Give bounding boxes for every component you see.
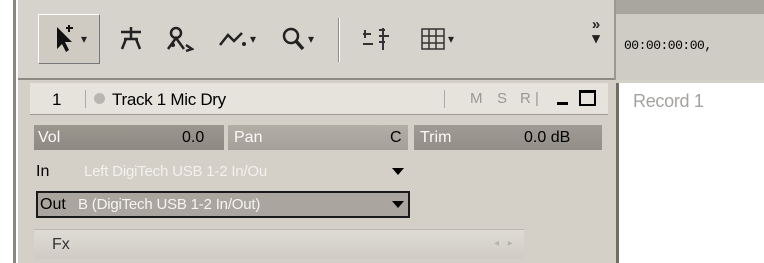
output-value: B (DigiTech USB 1-2 In/Out) [78,196,261,213]
ruler-strip [616,0,764,14]
left-frame [0,0,18,263]
snap-tool-icon [363,28,389,50]
dropdown-arrow-icon [392,168,404,175]
input-label: In [36,163,50,180]
volume-value: 0.0 [182,129,205,146]
minimize-icon[interactable] [554,91,572,107]
draw-tool-button[interactable]: ▾ [212,14,262,64]
fx-scroll-arrows-icon[interactable]: ◂ ▸ [494,238,516,249]
draw-tool-icon [219,32,246,46]
grid-tool-button[interactable]: ▾ [410,14,464,64]
input-row: In Left DigiTech USB 1-2 In/Ou [30,159,608,185]
track-name[interactable]: Track 1 Mic Dry [112,90,226,110]
divider [444,90,445,108]
fx-slot[interactable]: Fx ◂ ▸ [34,229,524,259]
pan-label: Pan [234,129,263,146]
trim-value: 0.0 dB [524,129,571,146]
clip-label: Record 1 [633,91,704,111]
dropdown-arrow-icon [392,201,404,208]
chevron-down-icon: ▾ [249,32,257,46]
volume-label: Vol [38,129,61,146]
output-select[interactable]: Out B (DigiTech USB 1-2 In/Out) [36,191,410,218]
trim-slider[interactable]: Trim 0.0 dB [414,125,602,150]
chevron-more-icon[interactable]: » ▾ [586,17,606,46]
track-header: 1 Track 1 Mic Dry M S R | Vol 0.0 Pan C … [30,83,608,263]
pointer-tool-button[interactable]: ▾ [38,14,100,64]
fx-row: Fx ◂ ▸ [30,229,608,259]
timecode-display: 00:00:00:00, [624,38,712,53]
volume-slider[interactable]: Vol 0.0 [34,125,224,150]
record-arm-button[interactable]: R [520,90,531,107]
vol-pan-trim-row: Vol 0.0 Pan C Trim 0.0 dB [30,125,608,151]
zoom-tool-button[interactable]: ▾ [272,14,322,64]
output-label: Out [40,196,66,213]
input-value: Left DigiTech USB 1-2 In/Ou [84,163,268,180]
clip-area[interactable]: Record 1 [616,83,764,263]
fx-label: Fx [52,236,70,253]
pan-slider[interactable]: Pan C [228,125,408,150]
chevron-down-icon: ▾ [80,32,88,46]
scissors-tool-button[interactable] [114,14,148,64]
envelope-tool-button[interactable] [160,14,198,64]
chevron-down-icon: ▾ [307,32,315,46]
toolbar-separator [338,18,340,62]
track-number: 1 [52,90,62,109]
track-state-icon [94,93,105,104]
tools-toolbar: ▾ ▾ ▾ ▾ » ▾ [18,0,614,80]
mute-button[interactable]: M [470,90,483,107]
pointer-tool-icon [56,25,73,52]
input-select[interactable]: Left DigiTech USB 1-2 In/Ou [72,159,410,184]
output-row: Out B (DigiTech USB 1-2 In/Out) [30,191,608,219]
trim-label: Trim [420,129,452,146]
scissors-tool-icon [120,27,142,50]
chevron-down-icon: ▾ [447,32,455,46]
solo-button[interactable]: S [497,90,507,107]
grid-tool-icon [421,28,445,50]
zoom-tool-icon [282,27,305,51]
track-title-bar[interactable]: 1 Track 1 Mic Dry M S R | [30,83,608,115]
divider: | [535,90,539,107]
maximize-icon[interactable] [579,90,596,106]
snap-tool-button[interactable] [358,14,398,64]
envelope-tool-icon [166,26,194,53]
pan-value: C [390,129,402,146]
time-ruler[interactable]: 00:00:00:00, [614,0,764,80]
divider [85,90,86,108]
